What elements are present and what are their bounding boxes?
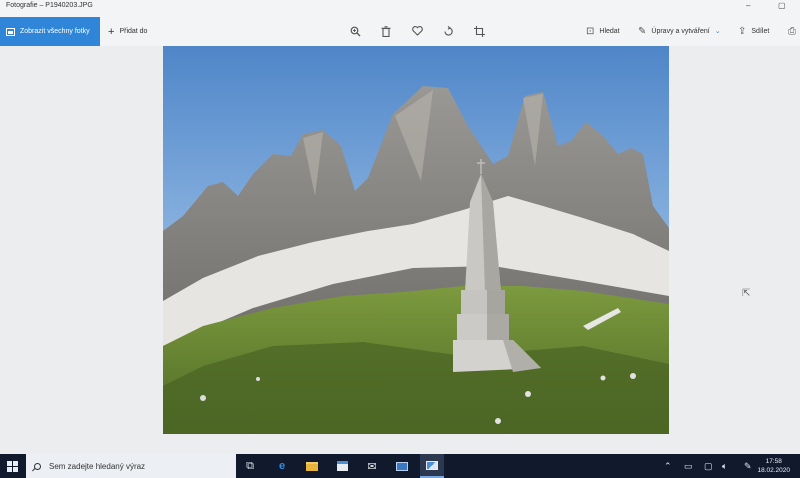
chevron-down-icon: ⌄ bbox=[714, 28, 721, 35]
find-button[interactable]: ⊡ Hledat bbox=[586, 23, 620, 39]
show-hidden-icons[interactable]: ⌃ bbox=[664, 454, 672, 478]
displayed-photo[interactable] bbox=[163, 46, 669, 434]
clock[interactable]: 17:58 18.02.2020 bbox=[757, 457, 790, 475]
mouse-cursor-icon: ⇱ bbox=[742, 288, 751, 299]
task-view-icon[interactable]: ⧉ bbox=[238, 454, 262, 478]
photos-icon bbox=[6, 27, 15, 36]
mountain-photo bbox=[163, 46, 669, 434]
network-icon[interactable]: ▭ bbox=[684, 454, 693, 478]
crop-icon bbox=[473, 25, 485, 37]
search-placeholder: Sem zadejte hledaný výraz bbox=[49, 461, 146, 471]
rotate-button[interactable] bbox=[440, 23, 456, 39]
windows-logo-icon bbox=[6, 460, 18, 472]
heart-icon bbox=[411, 26, 423, 36]
crop-button[interactable] bbox=[471, 23, 487, 39]
file-explorer-icon[interactable] bbox=[300, 454, 324, 478]
edit-create-label: Úpravy a vytváření bbox=[651, 27, 710, 35]
window-title: Fotografie – P1940203.JPG bbox=[6, 2, 93, 9]
title-bar: Fotografie – P1940203.JPG – ▢ bbox=[0, 0, 800, 14]
view-all-photos-label: Zobrazit všechny fotky bbox=[20, 28, 90, 35]
volume-icon[interactable]: 🔈︎ bbox=[722, 454, 727, 478]
add-to-button[interactable]: + Přidat do bbox=[108, 17, 147, 46]
command-bar: Zobrazit všechny fotky + Přidat do ⊡ Hle… bbox=[0, 14, 800, 46]
find-icon: ⊡ bbox=[586, 25, 595, 37]
maximize-button[interactable]: ▢ bbox=[778, 1, 786, 10]
clock-time: 17:58 bbox=[765, 458, 782, 465]
find-label: Hledat bbox=[599, 27, 620, 35]
print-icon: ⎙ bbox=[788, 25, 796, 37]
search-icon bbox=[34, 462, 41, 470]
mail-icon[interactable]: ✉ bbox=[360, 454, 384, 478]
start-button[interactable] bbox=[0, 454, 24, 478]
zoom-icon bbox=[350, 26, 360, 36]
delete-button[interactable] bbox=[378, 23, 394, 39]
action-center-icon[interactable]: ▢ bbox=[704, 454, 713, 478]
store-icon[interactable] bbox=[330, 454, 354, 478]
minimize-button[interactable]: – bbox=[746, 1, 750, 10]
remote-desktop-icon[interactable] bbox=[390, 454, 414, 478]
pen-icon[interactable]: ✎ bbox=[744, 454, 752, 478]
share-button[interactable]: ⇪ Sdílet bbox=[738, 23, 769, 39]
edit-create-button[interactable]: ✎ Úpravy a vytváření ⌄ bbox=[638, 23, 721, 39]
edge-icon[interactable]: e bbox=[270, 454, 294, 478]
share-icon: ⇪ bbox=[738, 25, 747, 37]
taskbar: Sem zadejte hledaný výraz ⧉ e ✉ ⌃ ▭ ▢ 🔈︎… bbox=[0, 454, 800, 478]
view-all-photos-button[interactable]: Zobrazit všechny fotky bbox=[0, 17, 100, 46]
clock-date: 18.02.2020 bbox=[757, 467, 790, 474]
plus-icon: + bbox=[108, 25, 115, 38]
taskbar-search[interactable]: Sem zadejte hledaný výraz bbox=[26, 454, 236, 478]
favorite-button[interactable] bbox=[409, 23, 425, 39]
share-label: Sdílet bbox=[751, 27, 770, 35]
rotate-icon bbox=[443, 25, 453, 36]
print-button[interactable]: ⎙ bbox=[788, 23, 800, 39]
photos-app-icon[interactable] bbox=[420, 454, 444, 478]
add-to-label: Přidat do bbox=[119, 28, 148, 35]
trash-icon bbox=[381, 25, 391, 37]
edit-icon: ✎ bbox=[638, 25, 647, 37]
zoom-button[interactable] bbox=[347, 23, 363, 39]
